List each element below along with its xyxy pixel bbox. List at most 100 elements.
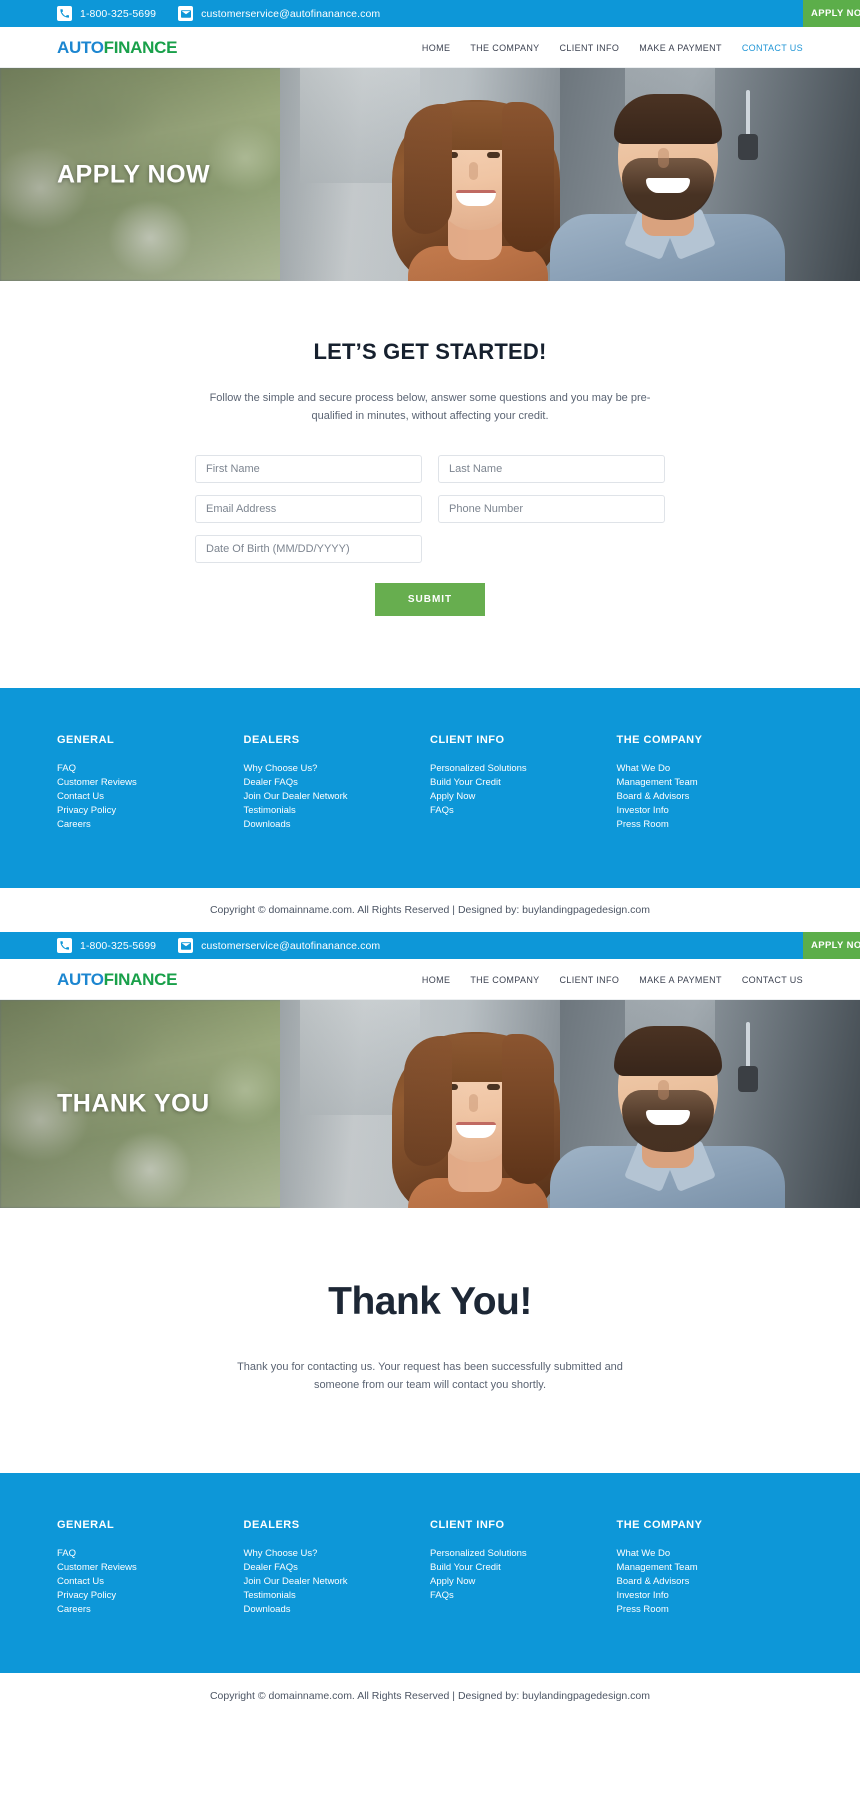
footer-link[interactable]: Privacy Policy	[57, 804, 244, 817]
footer-link[interactable]: Board & Advisors	[617, 790, 804, 803]
footer-link[interactable]: Careers	[57, 818, 244, 831]
footer-column-the-company: THE COMPANY What We Do Management Team B…	[617, 734, 804, 832]
footer-link[interactable]: Build Your Credit	[430, 1561, 617, 1574]
date-of-birth-input[interactable]	[195, 535, 422, 564]
footer-column-title: DEALERS	[243, 1518, 300, 1531]
thank-you-section: Thank You! Thank you for contacting us. …	[0, 1208, 860, 1473]
nav-item-the-company[interactable]: THE COMPANY	[470, 43, 539, 53]
apply-now-button-top[interactable]: APPLY NOW	[803, 0, 860, 27]
footer-link[interactable]: Careers	[57, 1603, 244, 1616]
footer-link[interactable]: Downloads	[244, 818, 431, 831]
hero-banner-apply-now: APPLY NOW	[0, 68, 860, 281]
landing-page-mockup: 1-800-325-5699 customerservice@autofinan…	[0, 0, 860, 1719]
footer-link[interactable]: Personalized Solutions	[430, 762, 617, 775]
footer-link[interactable]: Dealer FAQs	[244, 776, 431, 789]
footer-link[interactable]: FAQ	[57, 1547, 244, 1560]
footer-column-dealers: DEALERS Why Choose Us? Dealer FAQs Join …	[244, 734, 431, 832]
first-name-input[interactable]	[195, 455, 422, 484]
footer-column-dealers: DEALERS Why Choose Us? Dealer FAQs Join …	[244, 1519, 431, 1617]
nav-item-client-info[interactable]: CLIENT INFO	[560, 43, 620, 53]
nav-item-home[interactable]: HOME	[422, 975, 450, 985]
footer-link[interactable]: Management Team	[617, 1561, 804, 1574]
phone-contact-2[interactable]: 1-800-325-5699	[57, 938, 157, 954]
footer-column-title: DEALERS	[243, 734, 300, 747]
footer-link[interactable]: Personalized Solutions	[430, 1547, 617, 1560]
email-input[interactable]	[195, 495, 422, 524]
footer-apply: GENERAL FAQ Customer Reviews Contact Us …	[0, 688, 860, 889]
nav-links: HOME THE COMPANY CLIENT INFO MAKE A PAYM…	[402, 43, 803, 53]
last-name-input[interactable]	[438, 455, 665, 484]
logo-text-auto: AUTO	[57, 969, 104, 989]
logo-text-auto: AUTO	[57, 37, 104, 57]
get-started-section: LET’S GET STARTED! Follow the simple and…	[0, 281, 860, 689]
email-contact-2[interactable]: customerservice@autofinanance.com	[178, 938, 381, 954]
phone-icon	[57, 938, 72, 954]
nav-item-make-a-payment[interactable]: MAKE A PAYMENT	[639, 43, 722, 53]
footer-link[interactable]: Apply Now	[430, 790, 617, 803]
footer-thanks: GENERAL FAQ Customer Reviews Contact Us …	[0, 1472, 860, 1673]
variant-thank-you: 1-800-325-5699 customerservice@autofinan…	[0, 932, 860, 1719]
footer-link[interactable]: Contact Us	[57, 1575, 244, 1588]
email-address: customerservice@autofinanance.com	[201, 7, 381, 20]
nav-item-make-a-payment[interactable]: MAKE A PAYMENT	[639, 975, 722, 985]
footer-link[interactable]: What We Do	[617, 1547, 804, 1560]
footer-link[interactable]: Build Your Credit	[430, 776, 617, 789]
thank-you-body: Thank you for contacting us. Your reques…	[237, 1361, 623, 1392]
footer-link[interactable]: Why Choose Us?	[244, 1547, 431, 1560]
email-contact[interactable]: customerservice@autofinanance.com	[178, 6, 380, 21]
phone-input[interactable]	[438, 495, 665, 524]
email-address: customerservice@autofinanance.com	[201, 939, 381, 952]
copyright-bar-2: Copyright © domainname.com. All Rights R…	[0, 1672, 860, 1719]
footer-column-title: GENERAL	[57, 1518, 115, 1531]
section-heading: LET’S GET STARTED!	[313, 339, 547, 364]
phone-number: 1-800-325-5699	[80, 7, 157, 20]
footer-link[interactable]: Board & Advisors	[617, 1575, 804, 1588]
footer-link[interactable]: FAQs	[430, 804, 617, 817]
footer-link[interactable]: FAQs	[430, 1589, 617, 1602]
footer-link[interactable]: Join Our Dealer Network	[244, 1575, 431, 1588]
footer-link[interactable]: FAQ	[57, 762, 244, 775]
footer-link[interactable]: Privacy Policy	[57, 1589, 244, 1602]
site-logo[interactable]: AUTOFINANCE	[57, 38, 177, 58]
logo-text-finance: FINANCE	[103, 969, 178, 989]
footer-link[interactable]: Contact Us	[57, 790, 244, 803]
footer-column-client-info: CLIENT INFO Personalized Solutions Build…	[430, 1519, 617, 1617]
submit-button[interactable]: SUBMIT	[375, 583, 485, 617]
apply-now-button-top-2[interactable]: APPLY NOW	[803, 932, 860, 960]
phone-contact[interactable]: 1-800-325-5699	[57, 6, 156, 21]
site-logo-2[interactable]: AUTOFINANCE	[57, 970, 177, 990]
footer-link[interactable]: Press Room	[617, 1603, 804, 1616]
footer-link[interactable]: Downloads	[244, 1603, 431, 1616]
footer-column-the-company: THE COMPANY What We Do Management Team B…	[617, 1519, 804, 1617]
copyright-bar: Copyright © domainname.com. All Rights R…	[0, 888, 860, 933]
top-contact-bar-2: 1-800-325-5699 customerservice@autofinan…	[0, 932, 860, 960]
footer-column-title: CLIENT INFO	[430, 734, 505, 747]
nav-item-client-info[interactable]: CLIENT INFO	[560, 975, 620, 985]
top-contact-bar: 1-800-325-5699 customerservice@autofinan…	[0, 0, 860, 27]
footer-link[interactable]: Investor Info	[617, 804, 804, 817]
section-subheading: Follow the simple and secure process bel…	[209, 392, 651, 423]
nav-item-contact-us[interactable]: CONTACT US	[742, 975, 803, 985]
footer-link[interactable]: Press Room	[617, 818, 804, 831]
footer-link[interactable]: Why Choose Us?	[244, 762, 431, 775]
footer-link[interactable]: Customer Reviews	[57, 1561, 244, 1574]
nav-item-home[interactable]: HOME	[422, 43, 450, 53]
footer-link[interactable]: Join Our Dealer Network	[244, 790, 431, 803]
footer-column-title: CLIENT INFO	[430, 1518, 505, 1531]
footer-column-client-info: CLIENT INFO Personalized Solutions Build…	[430, 734, 617, 832]
footer-link[interactable]: Dealer FAQs	[244, 1561, 431, 1574]
footer-column-general: GENERAL FAQ Customer Reviews Contact Us …	[57, 1519, 244, 1617]
phone-number: 1-800-325-5699	[80, 939, 157, 952]
footer-link[interactable]: Testimonials	[244, 804, 431, 817]
envelope-icon	[178, 938, 194, 954]
footer-link[interactable]: Investor Info	[617, 1589, 804, 1602]
nav-item-contact-us[interactable]: CONTACT US	[742, 43, 803, 53]
nav-item-the-company[interactable]: THE COMPANY	[470, 975, 539, 985]
footer-link[interactable]: Management Team	[617, 776, 804, 789]
prequalify-form: SUBMIT	[195, 455, 665, 617]
footer-link[interactable]: Customer Reviews	[57, 776, 244, 789]
phone-icon	[57, 6, 72, 21]
footer-link[interactable]: Testimonials	[244, 1589, 431, 1602]
footer-link[interactable]: What We Do	[617, 762, 804, 775]
footer-link[interactable]: Apply Now	[430, 1575, 617, 1588]
